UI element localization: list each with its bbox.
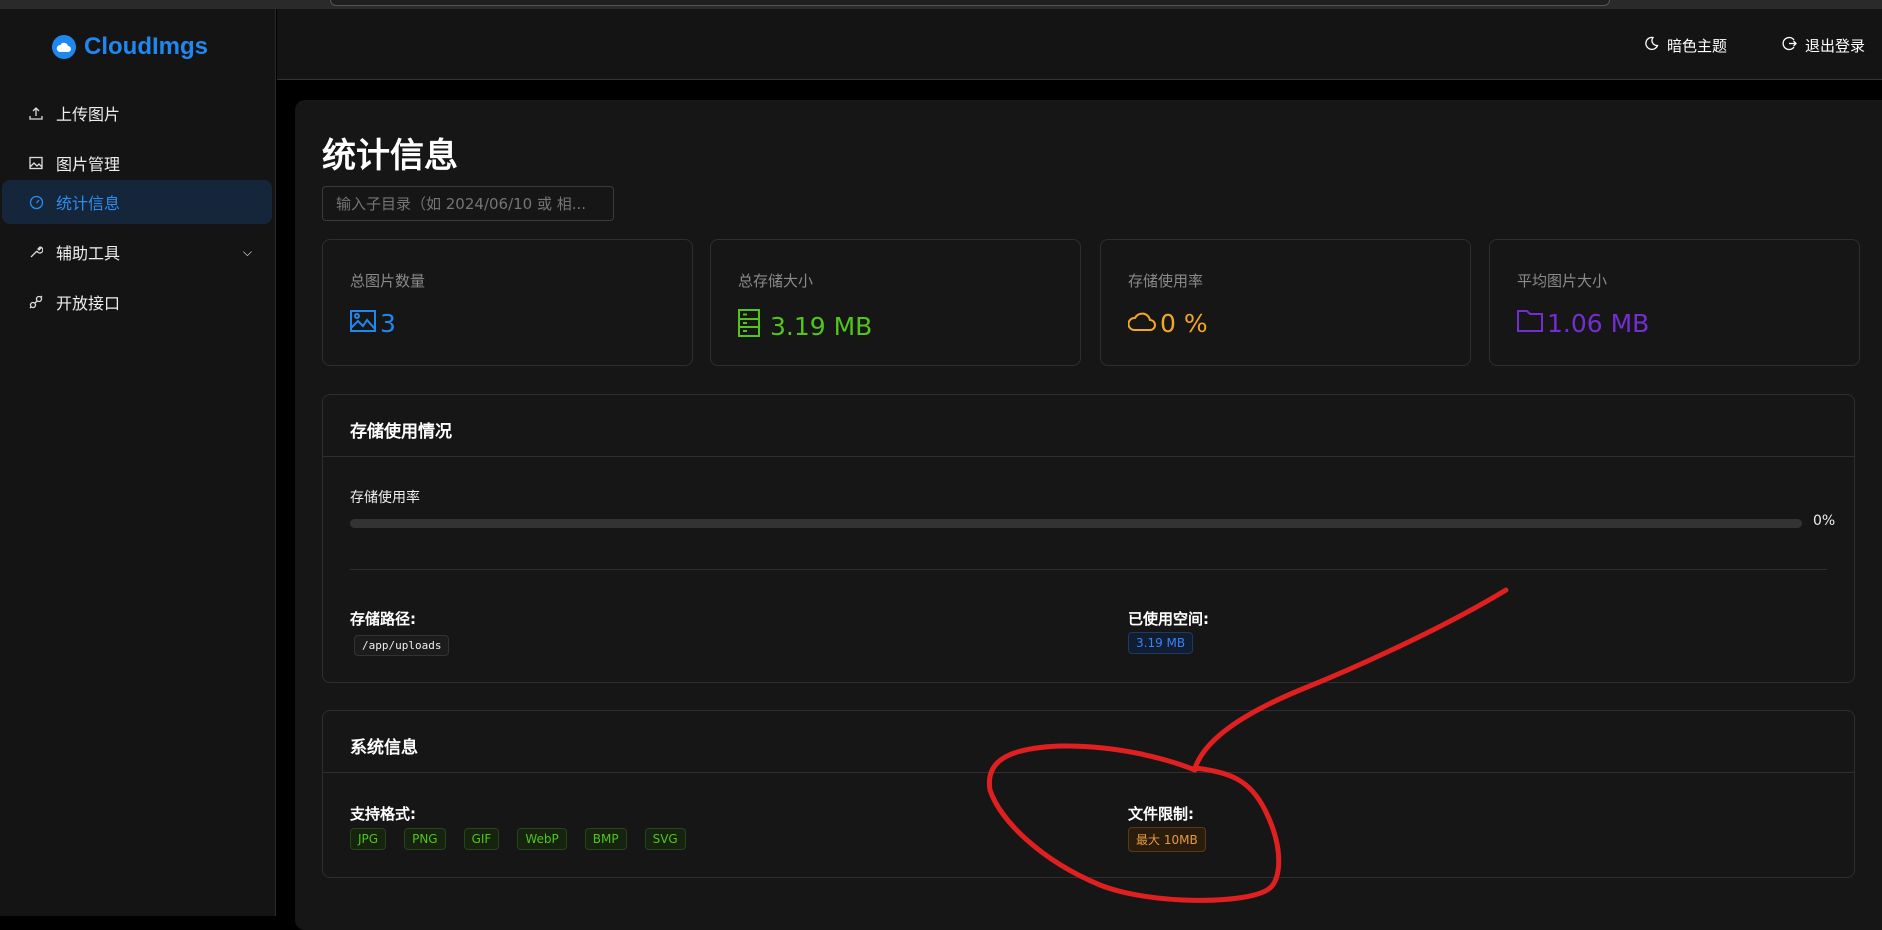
storage-usage-card: 存储使用情况 存储使用率 0% 存储路径: /app/uploads 已使用空间…: [322, 394, 1855, 683]
format-tag: PNG: [404, 828, 446, 850]
logout-icon: [1782, 36, 1797, 55]
stat-card-total-size: 总存储大小 3.19 MB: [710, 239, 1081, 366]
used-space-label: 已使用空间:: [1128, 610, 1209, 628]
stat-value: 1.06 MB: [1547, 309, 1650, 338]
stat-card-average-size: 平均图片大小 1.06 MB: [1489, 239, 1860, 366]
stat-card-usage-rate: 存储使用率 0 %: [1100, 239, 1471, 366]
main-content: 统计信息 总图片数量 3 总存储大小 3.19 MB 存储使用率 0 % 平均图…: [295, 100, 1882, 930]
stat-card-total-images: 总图片数量 3: [322, 239, 693, 366]
formats-label: 支持格式:: [350, 805, 416, 823]
app-name: CloudImgs: [84, 33, 208, 60]
sidebar-item-upload[interactable]: 上传图片: [2, 91, 272, 135]
dashboard-icon: [28, 194, 44, 210]
divider: [350, 569, 1827, 570]
format-tag: GIF: [463, 828, 500, 850]
stat-value: 0 %: [1160, 309, 1208, 338]
sidebar-item-label: 图片管理: [56, 155, 121, 174]
usage-progress-bar: [350, 519, 1802, 528]
card-title: 存储使用情况: [323, 395, 1854, 457]
sidebar-item-stats[interactable]: 统计信息: [2, 180, 272, 224]
stat-label: 平均图片大小: [1517, 272, 1608, 290]
cloud-icon: [1127, 309, 1156, 338]
usage-percent: 0%: [1813, 513, 1836, 529]
image-icon: [28, 155, 44, 171]
logout-button[interactable]: 退出登录: [1782, 35, 1865, 56]
format-tag: WebP: [517, 828, 567, 850]
moon-icon: [1644, 36, 1659, 55]
page-title: 统计信息: [322, 136, 458, 176]
theme-toggle-button[interactable]: 暗色主题: [1644, 35, 1727, 56]
image-icon: [350, 309, 376, 338]
subdirectory-input[interactable]: [322, 186, 614, 221]
stat-label: 总图片数量: [350, 272, 426, 290]
card-title: 系统信息: [323, 711, 1854, 773]
sidebar: CloudImgs 上传图片 图片管理 统计信息 辅助工具 ⌵ 开放接口: [0, 9, 276, 916]
sidebar-item-tools[interactable]: 辅助工具 ⌵: [2, 230, 272, 274]
path-label: 存储路径:: [350, 610, 416, 628]
storage-path: /app/uploads: [354, 635, 450, 656]
api-icon: [28, 294, 44, 310]
stat-label: 存储使用率: [1128, 272, 1204, 290]
format-tag: SVG: [644, 828, 686, 850]
top-header: 暗色主题 退出登录: [277, 9, 1882, 80]
stat-value: 3: [380, 309, 396, 338]
address-bar[interactable]: [330, 0, 1610, 6]
app-logo[interactable]: CloudImgs: [52, 33, 208, 61]
sidebar-item-images[interactable]: 图片管理: [2, 141, 272, 185]
sidebar-item-label: 上传图片: [56, 105, 121, 124]
format-tag: JPG: [350, 828, 387, 850]
sidebar-item-label: 开放接口: [56, 294, 121, 313]
limit-label: 文件限制:: [1128, 805, 1194, 823]
usage-label: 存储使用率: [350, 490, 420, 506]
upload-icon: [28, 105, 44, 121]
used-space-value: 3.19 MB: [1128, 632, 1194, 654]
file-limit-value: 最大 10MB: [1128, 827, 1206, 852]
sidebar-item-label: 辅助工具: [56, 244, 121, 263]
stat-value: 3.19 MB: [770, 311, 873, 341]
sidebar-item-api[interactable]: 开放接口: [2, 280, 272, 324]
format-tag: BMP: [584, 828, 627, 850]
cloud-logo-icon: [52, 35, 76, 59]
sidebar-item-label: 统计信息: [56, 194, 121, 213]
folder-icon: [1517, 309, 1543, 338]
logout-label: 退出登录: [1805, 37, 1866, 55]
chevron-down-icon[interactable]: ⌵: [243, 245, 252, 260]
theme-label: 暗色主题: [1667, 37, 1728, 55]
browser-top-edge: [0, 0, 1882, 9]
stat-label: 总存储大小: [738, 272, 814, 290]
format-tags: JPG PNG GIF WebP BMP SVG: [350, 828, 686, 850]
server-icon: [738, 309, 760, 343]
wrench-icon: [28, 244, 44, 260]
system-info-card: 系统信息 支持格式: JPG PNG GIF WebP BMP SVG 文件限制: 最大 …: [322, 710, 1855, 878]
